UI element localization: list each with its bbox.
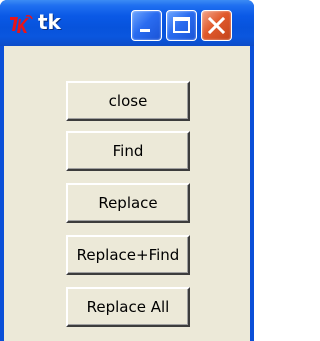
window-client-area: close Find Replace Replace+Find Replace … — [4, 46, 250, 341]
replace-find-button[interactable]: Replace+Find — [66, 235, 190, 275]
close-icon — [207, 16, 226, 35]
tk-logo-icon — [10, 15, 33, 33]
find-button[interactable]: Find — [66, 131, 190, 171]
tk-window: tk close Find Replace Replace+Find Repla… — [0, 0, 254, 341]
maximize-icon — [173, 17, 190, 33]
close-window-button[interactable] — [201, 10, 232, 41]
minimize-icon — [140, 29, 150, 32]
maximize-button[interactable] — [166, 10, 197, 41]
minimize-button[interactable] — [131, 10, 162, 41]
replace-all-button[interactable]: Replace All — [66, 287, 190, 327]
close-button[interactable]: close — [66, 81, 190, 121]
title-bar[interactable]: tk — [0, 0, 254, 46]
window-title: tk — [38, 10, 61, 34]
replace-button[interactable]: Replace — [66, 183, 190, 223]
